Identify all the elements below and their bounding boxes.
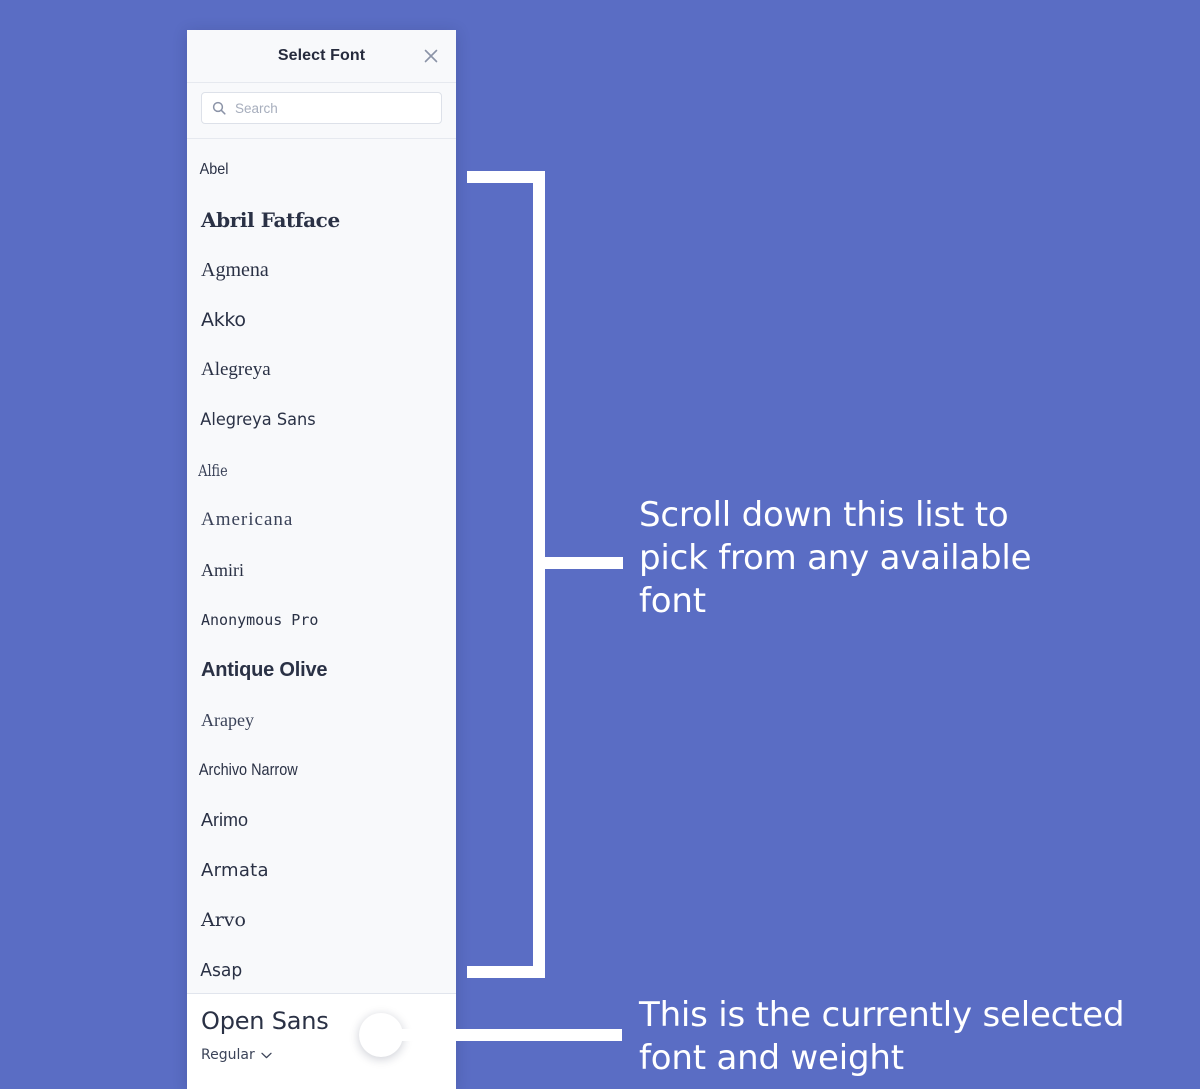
font-list-item[interactable]: Arimo (187, 795, 456, 845)
chevron-down-icon (261, 1052, 272, 1059)
font-list-item[interactable]: Alegreya Sans (187, 395, 443, 445)
font-list-item[interactable]: Asap (187, 945, 443, 993)
font-list-item[interactable]: Arvo (187, 895, 456, 945)
select-font-panel: Select Font AbelAbril FatfaceAgmenaAkkoA… (187, 30, 456, 1089)
annotation-overlay: Scroll down this list to pick from any a… (0, 0, 1200, 1089)
close-button[interactable] (418, 43, 444, 69)
close-icon (423, 48, 439, 64)
font-list-item[interactable]: Armata (187, 845, 456, 895)
font-list[interactable]: Abel Abril Fatface Agmena Akko Alegreya Alegr… (187, 139, 456, 993)
font-list-item[interactable]: Akko (187, 295, 456, 345)
font-list-item[interactable]: Alfie (187, 445, 402, 495)
font-list-item[interactable]: Anonymous Pro (187, 595, 456, 645)
search-box[interactable] (201, 92, 442, 124)
font-list-item[interactable]: Americana (187, 495, 456, 545)
selected-callout-text: This is the currently selected font and … (639, 995, 1125, 1078)
font-list-item[interactable]: Antique Olive (187, 645, 456, 695)
font-list-item[interactable]: Amiri (187, 545, 456, 595)
search-input[interactable] (235, 100, 431, 116)
list-bracket-top-arm (467, 171, 545, 183)
page-title: Select Font (277, 47, 366, 64)
list-callout-text: Scroll down this list to pick from any a… (639, 495, 1032, 621)
font-list-item[interactable]: Archivo Narrow (187, 745, 416, 795)
font-list-item[interactable]: Agmena (187, 245, 456, 295)
selected-font-footer: Open Sans Regular (187, 993, 456, 1089)
selected-font-name[interactable]: Open Sans (201, 1008, 442, 1035)
font-list-item[interactable]: Abril Fatface (187, 195, 456, 245)
font-list-item[interactable]: Abel (187, 145, 429, 195)
list-bracket-bottom-arm (467, 966, 545, 978)
font-list-item[interactable]: Alegreya (187, 345, 456, 395)
search-zone (187, 83, 456, 139)
font-weight-selector[interactable]: Regular (201, 1047, 272, 1063)
list-callout-leader-line (545, 557, 623, 569)
selected-font-weight: Regular (201, 1047, 255, 1064)
list-bracket-spine (533, 171, 545, 978)
search-icon (212, 101, 226, 115)
panel-header: Select Font (187, 30, 456, 83)
font-list-item[interactable]: Arapey (187, 695, 456, 745)
